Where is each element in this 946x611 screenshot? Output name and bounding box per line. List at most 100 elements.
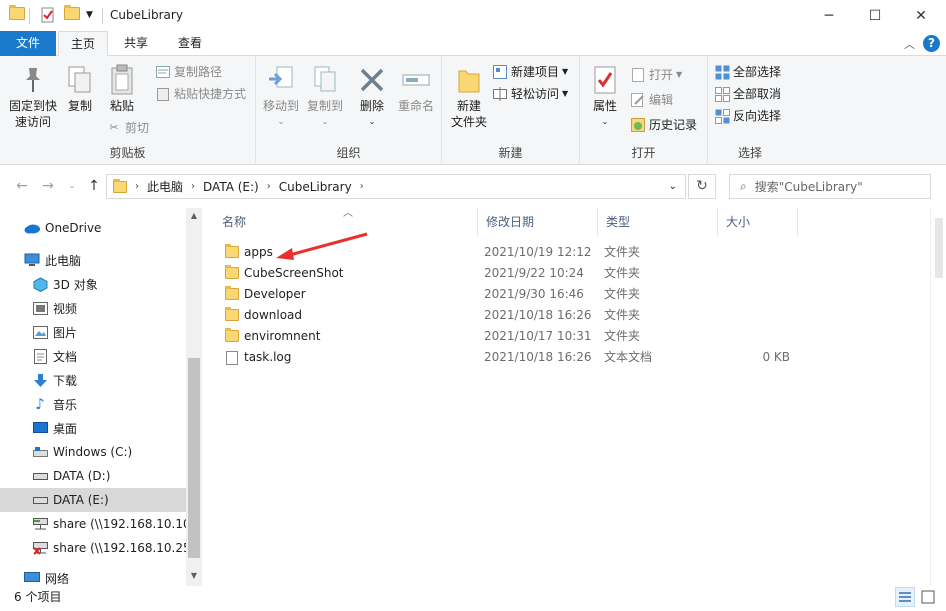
new-item-button[interactable]: 新建项目 ▼: [492, 62, 568, 82]
select-none-button[interactable]: 全部取消: [714, 84, 781, 104]
file-type: 文件夹: [604, 266, 641, 280]
tab-home[interactable]: 主页: [58, 31, 108, 57]
up-arrow-icon[interactable]: ↑: [84, 176, 104, 196]
new-folder-quick-icon[interactable]: [64, 5, 80, 23]
nav-item-onedrive[interactable]: OneDrive: [0, 216, 186, 240]
document-icon: [32, 348, 48, 364]
column-header-date[interactable]: 修改日期: [478, 208, 598, 236]
properties-button[interactable]: 属性 ⌄: [588, 64, 622, 130]
move-to-button[interactable]: 移动到 ⌄: [260, 64, 302, 130]
select-all-button[interactable]: 全部选择: [714, 62, 781, 82]
column-header-type[interactable]: 类型: [598, 208, 718, 236]
invert-selection-label: 反向选择: [733, 109, 782, 123]
forward-arrow-icon[interactable]: →: [38, 176, 58, 196]
history-button[interactable]: 历史记录: [630, 115, 697, 135]
large-icons-view-button[interactable]: [918, 587, 938, 607]
file-list-scrollbar[interactable]: [930, 208, 946, 608]
minimize-button[interactable]: ─: [806, 0, 852, 31]
refresh-button[interactable]: ↻: [688, 174, 716, 199]
file-date: 2021/9/30 16:46: [484, 287, 584, 301]
file-name: enviromnent: [244, 329, 321, 343]
search-input[interactable]: ⌕ 搜索"CubeLibrary": [729, 174, 931, 199]
address-bar[interactable]: › 此电脑 › DATA (E:) › CubeLibrary › ⌄: [106, 174, 686, 199]
nav-item-share-102[interactable]: share (\\192.168.10.102: [0, 512, 186, 536]
nav-item-share-252[interactable]: share (\\192.168.10.252: [0, 536, 186, 560]
select-group-label: 选择: [737, 146, 762, 160]
details-view-button[interactable]: [895, 587, 915, 607]
easy-access-label: 轻松访问: [511, 87, 560, 101]
scroll-down-arrow-icon[interactable]: ▼: [186, 568, 202, 584]
nav-item-this-pc[interactable]: 此电脑: [0, 248, 186, 272]
desktop-icon: [32, 420, 48, 436]
help-button[interactable]: ?: [923, 35, 940, 52]
organize-group: 移动到 ⌄ 复制到 ⌄ 删除 ⌄ 重命名 组织: [256, 56, 442, 165]
tab-share[interactable]: 共享: [112, 31, 160, 56]
tab-view[interactable]: 查看: [166, 31, 214, 56]
table-row[interactable]: CubeScreenShot 2021/9/22 10:24 文件夹: [222, 263, 802, 284]
nav-item-data-d[interactable]: DATA (D:): [0, 464, 186, 488]
scroll-up-arrow-icon[interactable]: ▲: [186, 208, 202, 224]
nav-item-videos[interactable]: 视频: [0, 296, 186, 320]
nav-item-pictures[interactable]: 图片: [0, 320, 186, 344]
easy-access-button[interactable]: 轻松访问 ▼: [492, 84, 568, 104]
nav-item-documents[interactable]: 文档: [0, 344, 186, 368]
copy-button[interactable]: 复制: [62, 64, 98, 114]
invert-selection-button[interactable]: 反向选择: [714, 106, 781, 126]
invert-selection-icon: [714, 108, 730, 124]
navigation-pane-scrollbar[interactable]: ▲ ▼: [186, 208, 202, 586]
copy-path-button[interactable]: 复制路径: [155, 62, 222, 82]
tab-file[interactable]: 文件: [0, 31, 56, 56]
clipboard-group-label: 剪贴板: [109, 146, 146, 160]
navigation-pane: OneDrive 此电脑 3D 对象 视频 图片 文档 下载 ♪ 音乐 桌面 W…: [0, 208, 202, 586]
table-row[interactable]: task.log 2021/10/18 16:26 文本文档 0 KB: [222, 347, 802, 368]
back-arrow-icon[interactable]: ←: [12, 176, 32, 196]
close-button[interactable]: ✕: [898, 0, 944, 31]
nav-item-desktop[interactable]: 桌面: [0, 416, 186, 440]
file-name: Developer: [244, 287, 306, 301]
address-history-dropdown-icon[interactable]: ⌄: [669, 181, 677, 192]
table-row[interactable]: Developer 2021/9/30 16:46 文件夹: [222, 284, 802, 305]
easy-access-dropdown-icon: ▼: [562, 89, 569, 98]
pin-to-quick-access-button[interactable]: 固定到快 速访问: [6, 64, 60, 130]
paste-shortcut-label: 粘贴快捷方式: [174, 87, 247, 101]
nav-item-windows-c[interactable]: Windows (C:): [0, 440, 186, 464]
nav-item-data-e[interactable]: DATA (E:): [0, 488, 186, 512]
pin-icon: [17, 64, 49, 96]
table-row[interactable]: enviromnent 2021/10/17 10:31 文件夹: [222, 326, 802, 347]
history-label: 历史记录: [649, 118, 698, 132]
paste-shortcut-button[interactable]: 粘贴快捷方式: [155, 84, 246, 104]
breadcrumb-separator-icon[interactable]: ›: [135, 181, 139, 192]
copy-to-button[interactable]: 复制到 ⌄: [304, 64, 346, 130]
nav-item-network[interactable]: 网络: [0, 566, 186, 586]
rename-button[interactable]: 重命名: [394, 64, 438, 114]
nav-item-music[interactable]: ♪ 音乐: [0, 392, 186, 416]
breadcrumb-separator-icon[interactable]: ›: [191, 181, 195, 192]
paste-button[interactable]: 粘贴: [102, 64, 142, 114]
edit-button[interactable]: 编辑: [630, 90, 673, 110]
breadcrumb-data-e[interactable]: DATA (E:): [203, 180, 259, 194]
paste-icon: [106, 64, 138, 96]
breadcrumb-cubelibrary[interactable]: CubeLibrary: [279, 180, 352, 194]
customize-quick-access-icon[interactable]: ▼: [86, 10, 102, 26]
breadcrumb-separator-icon[interactable]: ›: [267, 181, 271, 192]
column-header-size[interactable]: 大小: [718, 208, 798, 236]
file-size: [724, 305, 790, 326]
open-button[interactable]: 打开 ▼: [630, 65, 682, 85]
nav-item-3d-objects[interactable]: 3D 对象: [0, 272, 186, 296]
maximize-button[interactable]: ☐: [852, 0, 898, 31]
cut-button[interactable]: ✂ 剪切: [106, 118, 149, 138]
nav-item-label: Windows (C:): [53, 445, 133, 459]
table-row[interactable]: download 2021/10/18 16:26 文件夹: [222, 305, 802, 326]
recent-locations-icon[interactable]: ⌄: [62, 176, 82, 196]
scrollbar-thumb[interactable]: [188, 358, 200, 558]
rename-label: 重命名: [397, 99, 434, 113]
breadcrumb-this-pc[interactable]: 此电脑: [147, 178, 183, 195]
nav-item-downloads[interactable]: 下载: [0, 368, 186, 392]
scrollbar-thumb[interactable]: [935, 218, 943, 278]
file-name: download: [244, 308, 303, 322]
delete-button[interactable]: 删除 ⌄: [354, 64, 390, 130]
breadcrumb-separator-icon[interactable]: ›: [360, 181, 364, 192]
properties-check-icon[interactable]: [40, 7, 56, 23]
new-folder-button[interactable]: 新建 文件夹: [446, 64, 492, 130]
ribbon-collapse-icon[interactable]: ︿: [904, 36, 915, 52]
